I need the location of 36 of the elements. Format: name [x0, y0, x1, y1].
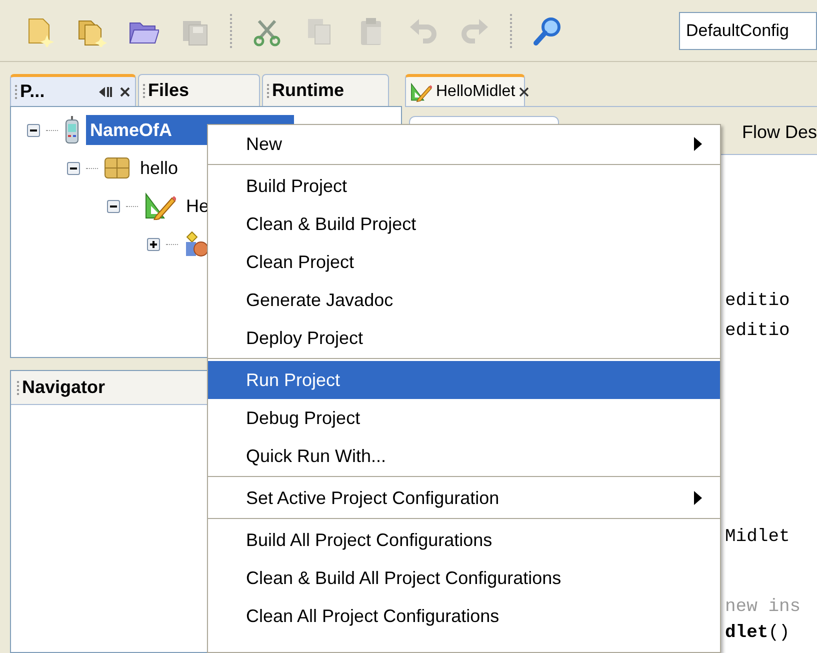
collapse-icon[interactable]: [67, 162, 80, 174]
code-line: editio: [725, 320, 791, 343]
menu-item[interactable]: Build Project: [208, 167, 720, 205]
menu-item[interactable]: Clean & Build All Project Configurations: [208, 559, 720, 597]
phone-icon: [64, 116, 80, 144]
code-line: editio: [725, 290, 791, 313]
flow-design-tab[interactable]: Flow Des: [742, 119, 817, 146]
expand-icon[interactable]: [147, 238, 160, 250]
menu-item[interactable]: Clean Project: [208, 243, 720, 281]
panel-tab[interactable]: P...: [10, 74, 136, 106]
collapse-icon[interactable]: [107, 200, 120, 212]
code-line: new ins: [725, 596, 802, 619]
panel-title: Navigator: [22, 376, 106, 399]
menu-item[interactable]: Deploy Project: [208, 319, 720, 357]
collapse-icon[interactable]: [27, 124, 40, 136]
menu-item[interactable]: Build All Project Configurations: [208, 521, 720, 559]
menu-item[interactable]: Generate Javadoc: [208, 281, 720, 319]
package-icon: [104, 156, 130, 180]
close-icon[interactable]: [119, 86, 131, 98]
menu-item[interactable]: Clean & Build Project: [208, 205, 720, 243]
pencil-triangle-icon: [144, 192, 176, 220]
panel-tab[interactable]: Files: [138, 74, 260, 106]
menu-item[interactable]: Clean All Project Configurations: [208, 597, 720, 635]
panel-tab[interactable]: Runtime: [262, 74, 389, 106]
menu-item[interactable]: Quick Run With...: [208, 437, 720, 475]
configuration-dropdown[interactable]: DefaultConfig: [679, 12, 817, 50]
shapes-icon: [184, 231, 210, 257]
tree-item[interactable]: hello: [136, 153, 182, 183]
close-icon[interactable]: [519, 86, 530, 96]
code-line: Midlet: [725, 526, 791, 549]
menu-item[interactable]: Debug Project: [208, 399, 720, 437]
minimize-icon[interactable]: [98, 86, 112, 98]
menu-item[interactable]: Run Project: [208, 361, 720, 399]
menu-item[interactable]: Set Active Project Configuration: [208, 479, 720, 517]
pencil-triangle-icon: [410, 82, 432, 102]
code-line: dlet(): [725, 622, 791, 645]
